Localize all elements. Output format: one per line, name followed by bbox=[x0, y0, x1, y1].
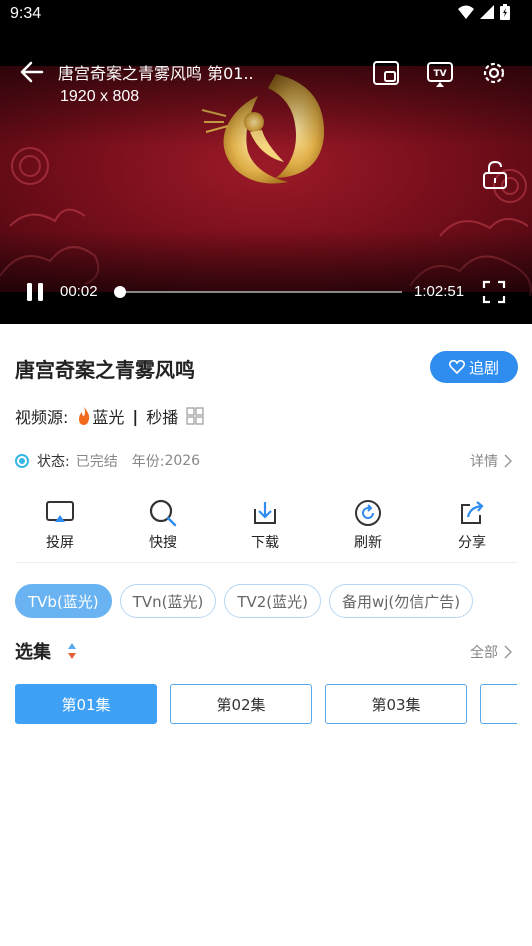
video-resolution: 1920 x 808 bbox=[60, 88, 140, 105]
seek-knob[interactable] bbox=[114, 286, 127, 298]
seek-bar[interactable] bbox=[118, 291, 402, 293]
chevron-right-icon bbox=[504, 454, 512, 468]
line-tab-tvn[interactable]: TVn(蓝光) bbox=[119, 584, 217, 618]
fullscreen-icon[interactable] bbox=[482, 280, 506, 304]
line-tab-tvb[interactable]: TVb(蓝光) bbox=[15, 584, 112, 618]
flame-icon bbox=[79, 407, 90, 425]
line-tab-tv2[interactable]: TV2(蓝光) bbox=[224, 584, 321, 618]
chevron-right-icon bbox=[504, 645, 512, 659]
episode-item[interactable]: 第01集 bbox=[15, 684, 157, 724]
tv-cast-icon[interactable]: TV bbox=[426, 60, 454, 88]
heart-icon bbox=[448, 360, 465, 374]
episodes-header: 选集 bbox=[15, 638, 77, 664]
year-label: 年份: bbox=[131, 454, 165, 470]
follow-label: 追剧 bbox=[468, 358, 499, 377]
source-label: 视频源: bbox=[15, 408, 69, 427]
grid-icon[interactable] bbox=[186, 407, 204, 425]
episode-item[interactable]: 第03集 bbox=[325, 684, 467, 724]
video-player[interactable]: 唐宫奇案之青雾风鸣 第01.. 1920 x 808 TV 00:02 1:02… bbox=[0, 30, 532, 324]
download-icon bbox=[254, 502, 276, 524]
battery-icon bbox=[500, 4, 510, 20]
follow-button[interactable]: 追剧 bbox=[430, 351, 518, 383]
line-tab-backup[interactable]: 备用wj(勿信广告) bbox=[328, 584, 474, 618]
action-bar: 投屏 快搜 下载 刷新 分享 bbox=[0, 496, 532, 560]
status-time: 9:34 bbox=[10, 5, 42, 22]
source-separator: | bbox=[132, 406, 139, 426]
action-label: 下载 bbox=[251, 535, 279, 551]
show-title: 唐宫奇案之青雾风鸣 bbox=[15, 358, 195, 382]
share-icon bbox=[461, 501, 484, 524]
wifi-icon bbox=[458, 5, 474, 19]
source-quality[interactable]: 蓝光 bbox=[92, 404, 124, 428]
action-label: 刷新 bbox=[354, 535, 382, 551]
action-label: 投屏 bbox=[46, 535, 74, 551]
playback-controls: 00:02 1:02:51 bbox=[0, 278, 532, 306]
cast-screen-icon bbox=[46, 501, 74, 522]
status-value: 已完结 bbox=[75, 454, 118, 470]
search-icon bbox=[149, 499, 177, 527]
meta-row: 状态: 已完结 年份: 2026 bbox=[15, 451, 200, 471]
action-label: 分享 bbox=[458, 535, 486, 551]
status-label: 状态: bbox=[37, 454, 70, 470]
back-arrow-icon[interactable] bbox=[18, 60, 46, 84]
action-search-button[interactable]: 快搜 bbox=[131, 496, 195, 552]
sort-icon[interactable] bbox=[67, 642, 77, 660]
svg-text:TV: TV bbox=[433, 69, 446, 79]
all-label: 全部 bbox=[470, 645, 498, 661]
status-icons bbox=[458, 4, 510, 20]
action-download-button[interactable]: 下载 bbox=[233, 496, 297, 552]
refresh-icon bbox=[355, 500, 381, 526]
video-title: 唐宫奇案之青雾风鸣 第01.. bbox=[58, 64, 254, 83]
pause-icon[interactable] bbox=[24, 281, 46, 303]
action-label: 快搜 bbox=[149, 535, 177, 551]
action-refresh-button[interactable]: 刷新 bbox=[336, 496, 400, 552]
pip-icon[interactable] bbox=[372, 60, 400, 86]
total-time: 1:02:51 bbox=[414, 283, 465, 300]
unlock-icon[interactable] bbox=[482, 160, 508, 190]
settings-gear-icon[interactable] bbox=[480, 59, 508, 87]
current-time: 00:02 bbox=[60, 283, 98, 300]
episodes-title: 选集 bbox=[15, 642, 51, 663]
source-line-tabs: TVb(蓝光) TVn(蓝光) TV2(蓝光) 备用wj(勿信广告) bbox=[15, 584, 474, 618]
bottom-overlay bbox=[0, 230, 532, 324]
divider bbox=[15, 562, 517, 563]
status-bar: 9:34 bbox=[0, 0, 532, 30]
signal-icon bbox=[480, 5, 494, 19]
action-share-button[interactable]: 分享 bbox=[440, 496, 504, 552]
detail-link[interactable]: 详情 bbox=[470, 451, 512, 471]
source-row: 视频源: 蓝光 | 秒播 bbox=[15, 404, 204, 428]
episode-list: 第01集 第02集 第03集 bbox=[15, 684, 517, 724]
action-cast-button[interactable]: 投屏 bbox=[28, 496, 92, 552]
episode-item[interactable]: 第02集 bbox=[170, 684, 312, 724]
episode-item-partial[interactable] bbox=[480, 684, 517, 724]
status-dot-icon bbox=[15, 454, 29, 468]
detail-label: 详情 bbox=[470, 454, 498, 470]
year-value: 2026 bbox=[164, 453, 201, 469]
all-episodes-link[interactable]: 全部 bbox=[470, 642, 512, 662]
source-speed[interactable]: 秒播 bbox=[146, 404, 178, 428]
